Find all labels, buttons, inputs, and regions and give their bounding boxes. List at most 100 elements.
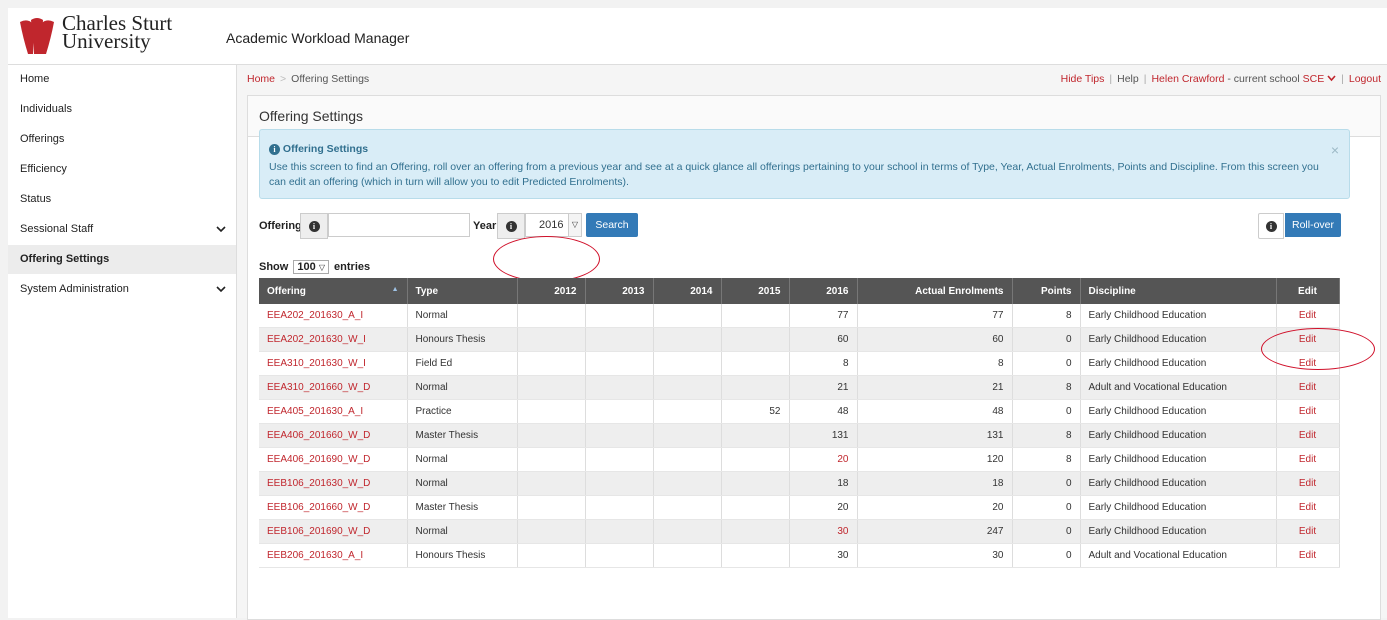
help-link[interactable]: Help xyxy=(1117,73,1139,85)
table-row: EEA405_201630_A_I Practice 52 48 48 0 Early Ch… xyxy=(259,399,1340,424)
tips-title-row: i Offering Settings xyxy=(269,143,1349,155)
offerings-table: Offering ▲ Type 2012 2013 2014 2015 2016 … xyxy=(259,278,1340,568)
actual-enrolments-cell: 8 xyxy=(857,351,1013,376)
offering-link[interactable]: EEB206_201630_A_I xyxy=(259,543,408,568)
user-name[interactable]: Helen Crawford xyxy=(1151,73,1224,85)
type-cell: Field Ed xyxy=(407,351,518,376)
sidebar-item-status[interactable]: Status xyxy=(8,185,236,215)
year-2014-cell xyxy=(653,351,722,376)
year-2015-cell xyxy=(721,423,790,448)
offering-link[interactable]: EEA202_201630_W_I xyxy=(259,327,408,352)
sidebar-item-sessional-staff[interactable]: Sessional Staff xyxy=(8,215,236,245)
sidebar-item-system-administration[interactable]: System Administration xyxy=(8,275,236,305)
offering-label: Offering xyxy=(259,220,302,232)
sidebar-item-offerings[interactable]: Offerings xyxy=(8,125,236,155)
year-2014-cell xyxy=(653,447,722,472)
offering-link[interactable]: EEA310_201660_W_D xyxy=(259,375,408,400)
discipline-cell: Early Childhood Education xyxy=(1080,471,1277,496)
offering-link[interactable]: EEA405_201630_A_I xyxy=(259,399,408,424)
offering-link[interactable]: EEB106_201660_W_D xyxy=(259,495,408,520)
year-2016-cell: 20 xyxy=(789,447,858,472)
offering-link[interactable]: EEA406_201690_W_D xyxy=(259,447,408,472)
column-header-2012[interactable]: 2012 xyxy=(517,278,586,304)
column-header-actual-enrolments[interactable]: Actual Enrolments xyxy=(857,278,1013,304)
actual-enrolments-cell: 18 xyxy=(857,471,1013,496)
breadcrumb: Home > Offering Settings xyxy=(247,73,369,85)
current-school-label: - current school xyxy=(1224,73,1303,85)
university-logo[interactable]: Charles Sturt University xyxy=(18,13,188,58)
offering-link[interactable]: EEB106_201630_W_D xyxy=(259,471,408,496)
edit-link[interactable]: Edit xyxy=(1276,447,1340,472)
edit-link[interactable]: Edit xyxy=(1276,423,1340,448)
offering-input[interactable] xyxy=(328,213,470,237)
sidebar-item-label: Home xyxy=(20,73,50,85)
year-2016-cell: 18 xyxy=(789,471,858,496)
year-2015-cell xyxy=(721,447,790,472)
discipline-cell: Early Childhood Education xyxy=(1080,519,1277,544)
column-header-discipline[interactable]: Discipline xyxy=(1080,278,1277,304)
column-header-type[interactable]: Type xyxy=(407,278,518,304)
actual-enrolments-cell: 131 xyxy=(857,423,1013,448)
edit-link[interactable]: Edit xyxy=(1276,399,1340,424)
offering-link[interactable]: EEB106_201690_W_D xyxy=(259,519,408,544)
divider: | xyxy=(1341,73,1344,85)
edit-link[interactable]: Edit xyxy=(1276,304,1340,328)
search-button[interactable]: Search xyxy=(586,213,638,237)
edit-link[interactable]: Edit xyxy=(1276,375,1340,400)
column-header-edit[interactable]: Edit xyxy=(1276,278,1340,304)
actual-enrolments-cell: 60 xyxy=(857,327,1013,352)
table-row: EEB206_201630_A_I Honours Thesis 30 30 0 Adul… xyxy=(259,543,1340,568)
points-cell: 8 xyxy=(1012,304,1081,328)
table-row: EEA202_201630_A_I Normal 77 77 8 Early Childh… xyxy=(259,304,1340,328)
sidebar-item-label: Individuals xyxy=(20,103,72,115)
year-2016-cell: 48 xyxy=(789,399,858,424)
year-2012-cell xyxy=(517,519,586,544)
offering-link[interactable]: EEA310_201630_W_I xyxy=(259,351,408,376)
year-2014-cell xyxy=(653,495,722,520)
info-icon: i xyxy=(1265,221,1277,232)
discipline-cell: Adult and Vocational Education xyxy=(1080,543,1277,568)
logout-link[interactable]: Logout xyxy=(1349,73,1381,85)
school-dropdown[interactable]: SCE xyxy=(1303,73,1337,85)
table-row: EEB106_201690_W_D Normal 30 247 0 Early Child… xyxy=(259,519,1340,544)
table-body: EEA202_201630_A_I Normal 77 77 8 Early Childh… xyxy=(259,304,1340,568)
edit-link[interactable]: Edit xyxy=(1276,519,1340,544)
offering-info-button[interactable]: i xyxy=(300,213,328,239)
points-cell: 8 xyxy=(1012,423,1081,448)
show-label: Show xyxy=(259,261,289,273)
year-2015-cell xyxy=(721,471,790,496)
sidebar-item-efficiency[interactable]: Efficiency xyxy=(8,155,236,185)
column-header-2015[interactable]: 2015 xyxy=(721,278,790,304)
edit-link[interactable]: Edit xyxy=(1276,495,1340,520)
table-header-row: Offering ▲ Type 2012 2013 2014 2015 2016 … xyxy=(259,278,1340,304)
school-code: SCE xyxy=(1302,73,1325,85)
year-2013-cell xyxy=(585,471,654,496)
year-2013-cell xyxy=(585,399,654,424)
year-info-button[interactable]: i xyxy=(497,213,525,239)
main-content: Home > Offering Settings Hide Tips | Help | He… xyxy=(237,65,1387,620)
close-icon[interactable]: × xyxy=(1331,142,1339,158)
edit-link[interactable]: Edit xyxy=(1276,471,1340,496)
column-header-2013[interactable]: 2013 xyxy=(585,278,654,304)
sidebar-item-individuals[interactable]: Individuals xyxy=(8,95,236,125)
year-select[interactable]: 2016 ▽ xyxy=(525,213,582,237)
column-header-offering[interactable]: Offering ▲ xyxy=(259,278,408,304)
offering-link[interactable]: EEA202_201630_A_I xyxy=(259,304,408,328)
hide-tips-link[interactable]: Hide Tips xyxy=(1061,73,1105,85)
entries-select[interactable]: 100 ▽ xyxy=(293,260,329,274)
column-header-points[interactable]: Points xyxy=(1012,278,1081,304)
sidebar-item-offering-settings[interactable]: Offering Settings xyxy=(8,245,236,275)
sidebar-item-home[interactable]: Home xyxy=(8,65,236,95)
column-header-2014[interactable]: 2014 xyxy=(653,278,722,304)
offering-link[interactable]: EEA406_201660_W_D xyxy=(259,423,408,448)
rollover-button[interactable]: Roll-over xyxy=(1285,213,1341,237)
breadcrumb-home-link[interactable]: Home xyxy=(247,73,275,85)
year-2012-cell xyxy=(517,447,586,472)
year-2015-cell xyxy=(721,327,790,352)
points-cell: 0 xyxy=(1012,495,1081,520)
university-name: Charles Sturt University xyxy=(62,13,172,52)
rollover-info-button[interactable]: i xyxy=(1258,213,1284,239)
column-header-2016[interactable]: 2016 xyxy=(789,278,858,304)
edit-link[interactable]: Edit xyxy=(1276,543,1340,568)
year-label: Year xyxy=(473,220,497,232)
